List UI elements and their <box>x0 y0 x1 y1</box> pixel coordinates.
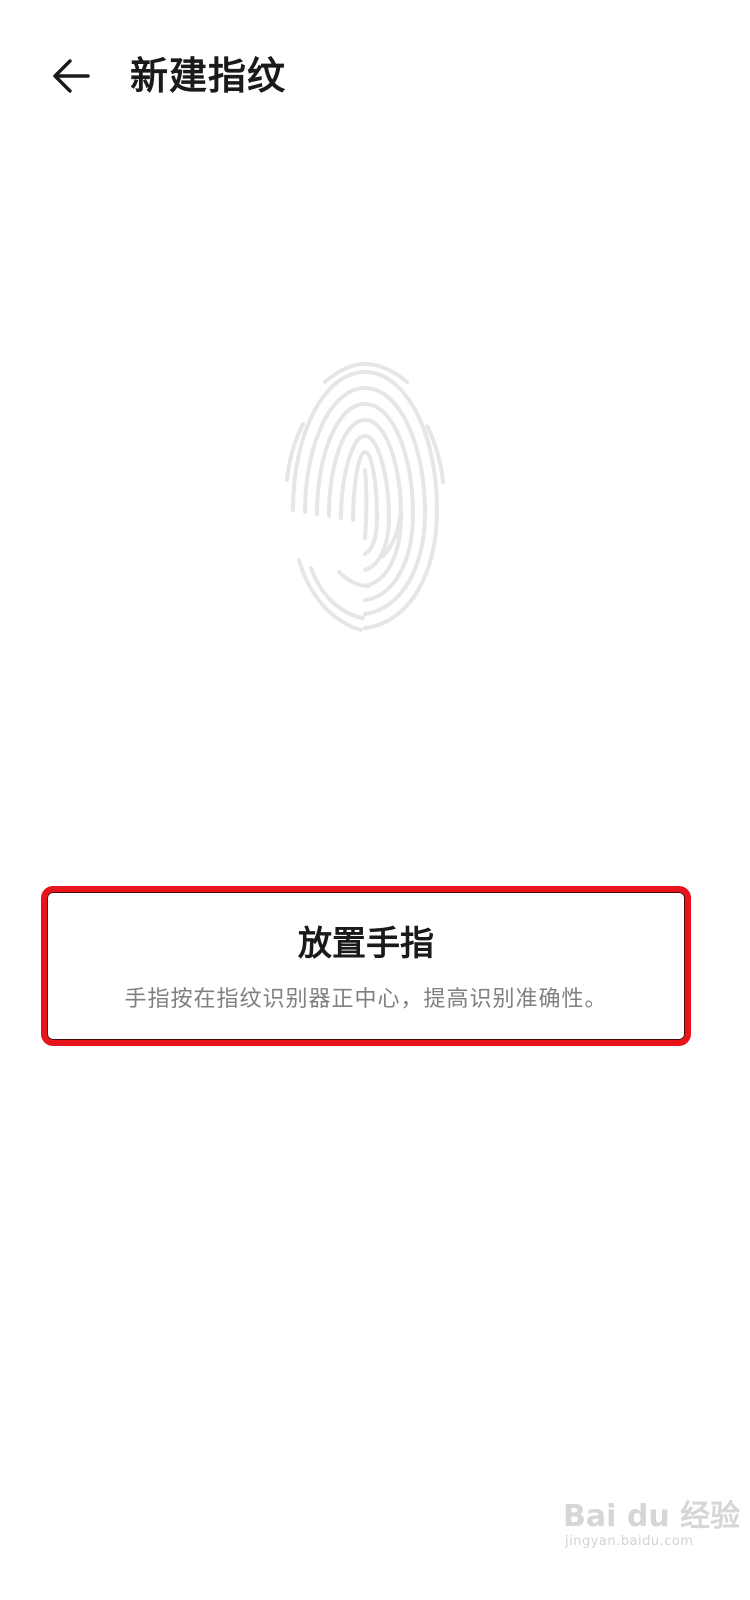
top-app-bar: 新建指纹 <box>0 0 750 150</box>
watermark-brand: Bai du 经验 <box>563 1499 741 1534</box>
back-button[interactable] <box>40 44 104 108</box>
instruction-title: 放置手指 <box>298 924 434 964</box>
instruction-subtitle: 手指按在指纹识别器正中心，提高识别准确性。 <box>124 987 608 1012</box>
watermark-url: jingyan.baidu.com <box>565 1534 694 1549</box>
arrow-left-icon <box>53 59 90 93</box>
fingerprint-icon <box>265 360 465 640</box>
instruction-card: 放置手指 手指按在指纹识别器正中心，提高识别准确性。 <box>41 886 691 1046</box>
baidu-jingyan-watermark: Bai du 经验 jingyan.baidu.com <box>563 1490 740 1554</box>
page-title: 新建指纹 <box>130 54 287 98</box>
